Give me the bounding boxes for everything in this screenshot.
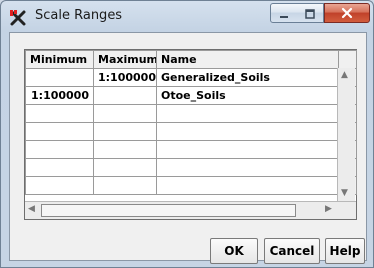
dialog-content: Minimum Maximum Name 1:100000 Generalize…: [9, 32, 367, 264]
cell-minimum[interactable]: 1:100000: [25, 86, 94, 105]
close-icon: [341, 4, 353, 23]
help-button[interactable]: Help: [325, 238, 365, 264]
close-button[interactable]: [324, 3, 370, 23]
table-row[interactable]: [25, 104, 357, 123]
ok-button[interactable]: OK: [210, 238, 258, 264]
table-row[interactable]: 1:100000 Otoe_Soils: [25, 86, 357, 105]
table-row[interactable]: [25, 158, 357, 177]
horizontal-scroll-thumb[interactable]: [41, 204, 296, 217]
cell-name[interactable]: Otoe_Soils: [156, 86, 339, 105]
scroll-up-icon[interactable]: ▲: [341, 70, 348, 80]
minimize-button[interactable]: [270, 3, 298, 23]
cell-maximum[interactable]: 1:100000: [93, 68, 157, 87]
maximize-icon: [305, 4, 315, 23]
vertical-scrollbar[interactable]: ▲ ▼: [337, 68, 355, 201]
table-row[interactable]: 1:100000 Generalized_Soils: [25, 68, 357, 87]
table-header-row: Minimum Maximum Name: [25, 50, 357, 69]
cancel-button[interactable]: Cancel: [264, 238, 320, 264]
window-title: Scale Ranges: [35, 8, 123, 23]
scroll-down-icon[interactable]: ▼: [341, 188, 348, 198]
scroll-left-icon[interactable]: ◀: [28, 204, 35, 214]
table-row[interactable]: [25, 176, 357, 195]
maximize-button[interactable]: [297, 3, 324, 23]
cell-name[interactable]: Generalized_Soils: [156, 68, 339, 87]
table-row[interactable]: [25, 122, 357, 141]
scroll-right-icon[interactable]: ▶: [325, 204, 332, 214]
table-row[interactable]: [25, 140, 357, 159]
app-icon: [9, 9, 27, 27]
column-header-minimum[interactable]: Minimum: [25, 50, 94, 69]
cell-minimum[interactable]: [25, 68, 94, 87]
scale-ranges-grid[interactable]: Minimum Maximum Name 1:100000 Generalize…: [24, 49, 357, 220]
scale-ranges-window: Scale Ranges Minimum Maximum Name 1:1000…: [0, 0, 374, 268]
cell-maximum[interactable]: [93, 86, 157, 105]
minimize-icon: [279, 4, 289, 23]
scale-ranges-table: Minimum Maximum Name 1:100000 Generalize…: [25, 50, 357, 195]
horizontal-scrollbar[interactable]: ◀ ▶: [25, 201, 356, 219]
header-corner: [338, 50, 357, 69]
title-bar[interactable]: Scale Ranges: [1, 1, 373, 31]
column-header-maximum[interactable]: Maximum: [93, 50, 157, 69]
column-header-name[interactable]: Name: [156, 50, 339, 69]
